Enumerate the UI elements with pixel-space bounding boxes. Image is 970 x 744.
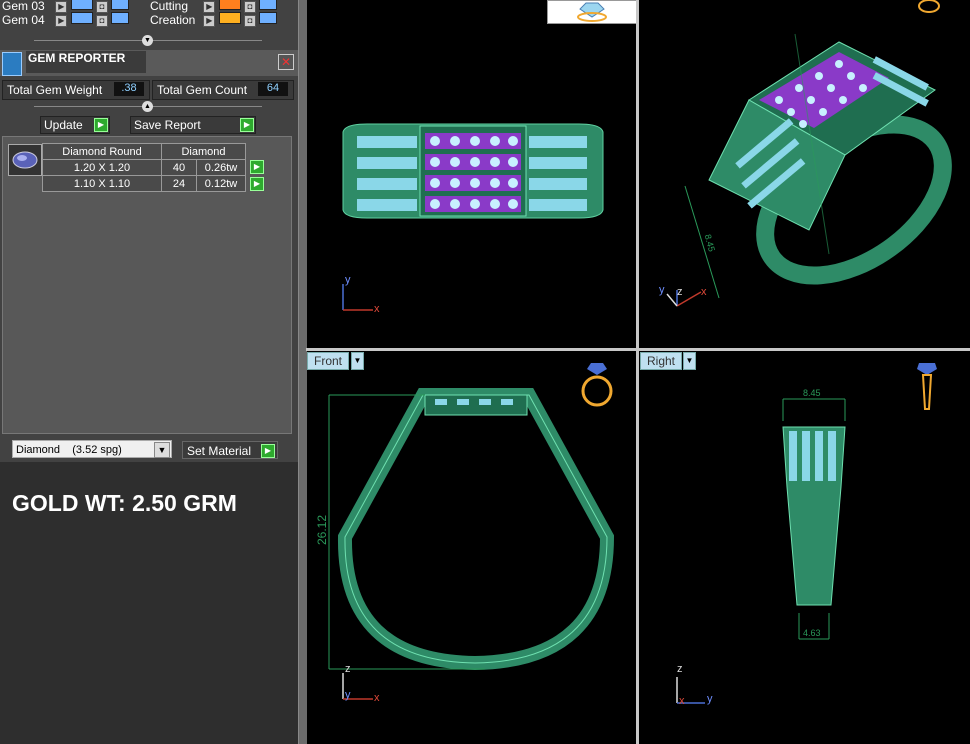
mode-rows: Cutting ▶ ◘ Creation ▶ ◘	[150, 0, 290, 27]
axis-label-x: x	[374, 692, 380, 704]
lock-icon[interactable]: ◘	[244, 14, 257, 27]
mode-toggle[interactable]	[259, 12, 278, 24]
gem-size: 1.20 X 1.20	[42, 159, 162, 176]
axis-label-y: y	[345, 274, 351, 286]
lock-icon[interactable]: ◘	[96, 14, 109, 27]
table-row[interactable]: 1.20 X 1.20 40 0.26tw	[42, 159, 246, 176]
ring-orientation-icon	[577, 359, 617, 411]
play-icon[interactable]: ▶	[203, 14, 216, 27]
panel-splitter[interactable]	[298, 0, 307, 744]
mode-row-label: Creation	[150, 13, 196, 27]
gem-table: Diamond Round Diamond 1.20 X 1.20 40 0.2…	[42, 143, 246, 192]
axis-label-z: z	[677, 663, 683, 675]
perspective-viewport[interactable]: 8.45 y z x	[639, 0, 970, 348]
mode-row[interactable]: Cutting ▶ ◘	[150, 0, 290, 13]
material-select[interactable]: Diamond (3.52 spg) ▼	[12, 440, 172, 458]
gem-color-swatch[interactable]	[70, 12, 93, 24]
axis-label-y: y	[345, 689, 351, 701]
dimension-label: 8.45	[803, 388, 821, 398]
viewport-divider-vertical[interactable]	[636, 0, 639, 744]
gem-toggle[interactable]	[111, 12, 130, 24]
ring-perspective-view	[666, 33, 952, 307]
gem-count: 24	[161, 175, 197, 192]
gem-row[interactable]: Gem 03 ▶ ◘	[2, 0, 142, 13]
axis-label-y: y	[707, 693, 713, 705]
dimension-label: 26.12	[315, 514, 330, 546]
gem-weight: 0.12tw	[196, 175, 246, 192]
total-count-label: Total Gem Count	[157, 83, 248, 97]
axis-label-z: z	[677, 286, 683, 298]
axis-label-x: x	[374, 303, 380, 315]
total-count-value: 64	[258, 82, 288, 96]
mode-toggle[interactable]	[259, 0, 278, 10]
gem-weight: 0.26tw	[196, 159, 246, 176]
play-icon[interactable]: ▶	[55, 14, 68, 27]
gem-count: 40	[161, 159, 197, 176]
set-material-label: Set Material	[187, 444, 252, 458]
panel-title: GEM REPORTER	[26, 51, 146, 73]
axis-label-x: x	[701, 286, 707, 298]
diamond-round-icon	[8, 144, 42, 176]
save-report-label: Save Report	[134, 118, 201, 132]
close-icon[interactable]: ✕	[278, 54, 294, 70]
axis-label-y: y	[659, 284, 665, 296]
play-icon[interactable]: ▶	[250, 160, 264, 174]
collapse-icon[interactable]: ▼	[142, 35, 153, 46]
set-material-button[interactable]: Set Material ▶	[182, 441, 278, 459]
mode-color-swatch[interactable]	[218, 0, 241, 10]
chevron-down-icon[interactable]: ▼	[154, 442, 170, 458]
table-header: Diamond	[161, 143, 246, 160]
reporter-icon	[2, 52, 22, 76]
play-icon: ▶	[261, 444, 275, 458]
expand-icon[interactable]: ▲	[142, 101, 153, 112]
ring-orientation-icon	[915, 359, 939, 413]
gold-weight-text: GOLD WT: 2.50 GRM	[12, 490, 237, 516]
gem-size: 1.10 X 1.10	[42, 175, 162, 192]
gem-reporter-header: GEM REPORTER ✕	[0, 50, 298, 76]
material-select-value: Diamond (3.52 spg)	[16, 444, 122, 456]
right-viewport[interactable]: Right ▼ 8.45 4.63 z x y	[639, 351, 970, 744]
gem-toggle[interactable]	[111, 0, 130, 10]
gem-color-swatch[interactable]	[70, 0, 93, 10]
front-viewport[interactable]: Front ▼ 26.12 z y x	[307, 351, 636, 744]
play-icon[interactable]: ▶	[250, 177, 264, 191]
save-report-button[interactable]: Save Report ▶	[130, 116, 256, 134]
ring-top-view	[342, 123, 604, 311]
gem-row[interactable]: Gem 04 ▶ ◘	[2, 12, 142, 27]
table-header: Diamond Round	[42, 143, 162, 160]
update-label: Update	[44, 118, 83, 132]
table-row[interactable]: 1.10 X 1.10 24 0.12tw	[42, 175, 246, 192]
axis-label-x: x	[679, 695, 685, 707]
gem-rows: Gem 03 ▶ ◘ Gem 04 ▶ ◘	[2, 0, 142, 27]
update-button[interactable]: Update ▶	[40, 116, 110, 134]
gem-row-label: Gem 04	[2, 13, 45, 27]
play-icon: ▶	[240, 118, 254, 132]
ring-orientation-icon	[915, 0, 943, 16]
total-weight-label: Total Gem Weight	[7, 83, 103, 97]
total-weight-value: .38	[114, 82, 144, 96]
dimension-label: 4.63	[803, 628, 821, 638]
mode-row[interactable]: Creation ▶ ◘	[150, 12, 290, 27]
mode-color-swatch[interactable]	[218, 12, 241, 24]
play-icon: ▶	[94, 118, 108, 132]
top-viewport[interactable]: y x	[307, 0, 636, 348]
axis-label-z: z	[345, 663, 351, 675]
